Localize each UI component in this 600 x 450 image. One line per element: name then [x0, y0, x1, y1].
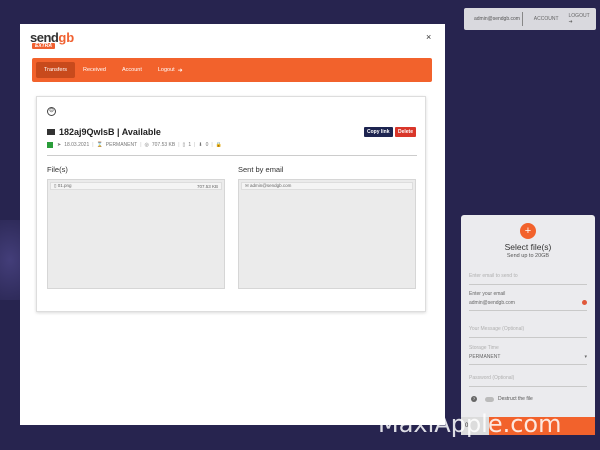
nav-received[interactable]: Received — [75, 62, 114, 78]
storage-time-label: Storage Time — [469, 345, 499, 351]
your-email-value: admin@sendgb.com — [469, 300, 515, 306]
upload-panel: + Select file(s) Send up to 20GB Enter e… — [461, 215, 595, 435]
your-email-label: Enter your email — [469, 291, 506, 297]
account-divider — [521, 12, 523, 26]
destruct-label: Destruct the file — [498, 396, 533, 402]
password-field[interactable]: Password (Optional) — [469, 375, 587, 387]
files-panel: ▯ 01.png 707.53 KB — [47, 179, 225, 289]
account-bar: admin@sendgb.com ACCOUNT LOGOUT ➜ — [464, 8, 596, 30]
download-icon: ⬇ — [198, 142, 203, 148]
nav-transfers-label: Transfers — [44, 67, 68, 73]
file-icon: ▯ — [182, 142, 186, 148]
upload-limit-text: Send up to 20GB — [506, 253, 550, 259]
destruct-option[interactable]: ? Destruct the file — [471, 396, 533, 402]
nav-account-label: Account — [121, 67, 142, 73]
main-nav: Transfers Received Account Logout ➜ — [32, 58, 432, 82]
logout-arrow-icon: ➜ — [177, 67, 183, 74]
message-field[interactable]: Your Message (Optional) — [469, 326, 587, 338]
your-email-field[interactable]: Enter your email admin@sendgb.com — [469, 291, 587, 311]
transfer-title: 182aj9QwlsB | Available — [47, 127, 161, 137]
send-icon: ➤ — [57, 142, 62, 148]
storage-time-value: PERMANENT — [469, 354, 501, 360]
disk-icon: ◎ — [144, 142, 149, 148]
select-files-title[interactable]: Select file(s) — [461, 242, 595, 252]
storage-time-select[interactable]: Storage Time PERMANENT ▾ — [469, 345, 587, 365]
logout-link[interactable]: LOGOUT ➜ — [564, 13, 596, 25]
file-size: 707.53 KB — [196, 183, 218, 189]
hourglass-icon: ⌛ — [96, 142, 103, 148]
nav-received-label: Received — [83, 67, 106, 73]
nav-logout[interactable]: Logout ➜ — [150, 62, 191, 78]
meta-sep: | — [178, 142, 180, 148]
transfer-downloads: 0 — [205, 142, 209, 148]
meta-sep: | — [194, 142, 196, 148]
add-file-icon[interactable]: + — [520, 223, 536, 239]
envelope-icon — [47, 129, 55, 135]
sendgb-logo[interactable]: send gb EXTRA — [30, 30, 75, 49]
recipient-row: ✉ admin@sendgb.com — [241, 182, 413, 190]
card-divider — [47, 155, 417, 156]
transfer-window: send gb EXTRA × Transfers Received Accou… — [20, 24, 445, 425]
nav-transfers[interactable]: Transfers — [36, 62, 76, 78]
copy-link-button[interactable]: Copy link — [364, 127, 393, 137]
sent-by-email-panel: ✉ admin@sendgb.com — [238, 179, 416, 289]
meta-sep: | — [140, 142, 142, 148]
nav-account[interactable]: Account — [114, 62, 150, 78]
your-email-value-row: admin@sendgb.com — [469, 300, 587, 306]
help-icon[interactable]: ? — [471, 396, 477, 402]
transfer-size: 707.53 KB — [151, 142, 176, 148]
password-placeholder: Password (Optional) — [469, 375, 515, 381]
destruct-toggle[interactable] — [485, 396, 494, 402]
valid-check-icon — [582, 300, 587, 305]
storage-time-value-row: PERMANENT ▾ — [469, 354, 587, 360]
recipient-email-placeholder: Enter email to send to — [469, 273, 518, 279]
file-row[interactable]: ▯ 01.png 707.53 KB — [50, 182, 222, 190]
account-email: admin@sendgb.com — [474, 16, 520, 22]
close-icon[interactable]: × — [426, 32, 431, 42]
nav-logout-label: Logout — [157, 67, 175, 73]
back-icon[interactable]: ⊖ — [47, 107, 56, 116]
status-icon — [47, 142, 53, 148]
recipient-email: ✉ admin@sendgb.com — [245, 183, 292, 188]
transfer-details-card: ⊖ 182aj9QwlsB | Available ➤ 18.03.2021 |… — [36, 96, 426, 312]
file-name: ▯ 01.png — [54, 183, 72, 188]
watermark: MaxiApple.com — [378, 410, 562, 438]
transfer-date: 18.03.2021 — [64, 142, 90, 148]
meta-sep: | — [92, 142, 94, 148]
transfer-files-count: 1 — [188, 142, 192, 148]
delete-button[interactable]: Delete — [395, 127, 417, 137]
logo-badge: EXTRA — [32, 43, 55, 49]
account-link[interactable]: ACCOUNT — [529, 16, 564, 22]
recipient-email-field[interactable]: Enter email to send to — [469, 273, 587, 285]
sent-by-email-heading: Sent by email — [238, 165, 284, 174]
transfer-retention: PERMANENT — [105, 142, 138, 148]
meta-sep: | — [211, 142, 213, 148]
files-heading: File(s) — [47, 165, 68, 174]
transfer-meta: ➤ 18.03.2021 | ⌛ PERMANENT | ◎ 707.53 KB… — [47, 142, 225, 148]
message-placeholder: Your Message (Optional) — [469, 326, 525, 332]
transfer-title-text: 182aj9QwlsB | Available — [59, 127, 161, 137]
chevron-down-icon: ▾ — [584, 354, 587, 360]
logo-suffix: gb — [58, 30, 75, 45]
lock-icon: 🔒 — [215, 142, 222, 148]
